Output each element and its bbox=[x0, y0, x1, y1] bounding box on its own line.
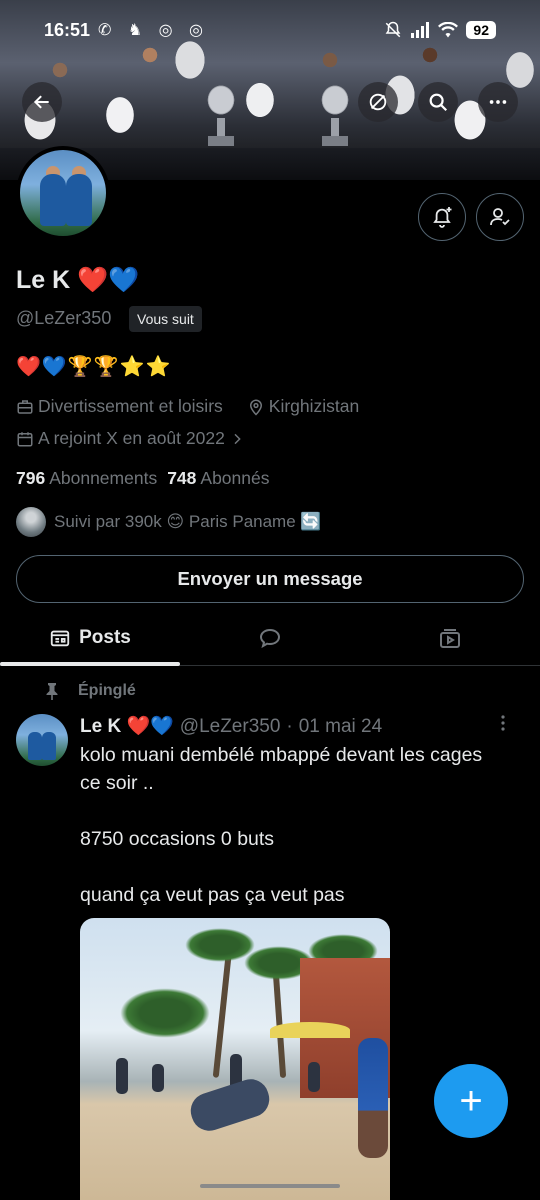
joined-item[interactable]: A rejoint X en août 2022 bbox=[16, 428, 245, 449]
pinned-indicator: Épinglé bbox=[44, 682, 136, 700]
briefcase-icon bbox=[17, 399, 33, 414]
trophy-image bbox=[198, 78, 244, 148]
notification-icons: ✆ ♞ ◎ ◎ bbox=[98, 22, 210, 39]
profile-bio: ❤️💙🏆🏆⭐⭐ bbox=[16, 356, 172, 378]
media-icon bbox=[440, 628, 460, 648]
wifi-icon bbox=[438, 22, 459, 38]
location-text: Kirghizistan bbox=[268, 396, 360, 416]
tab-media[interactable] bbox=[360, 610, 540, 665]
profile-handle: @LeZer350 bbox=[16, 308, 112, 328]
followers-link[interactable]: 748 Abonnés bbox=[167, 468, 269, 489]
profile-avatar[interactable] bbox=[16, 146, 110, 240]
tweet-author-name[interactable]: Le K ❤️💙 bbox=[80, 714, 174, 738]
home-indicator bbox=[200, 1184, 340, 1188]
profile-tabs: Posts bbox=[0, 610, 540, 666]
tweet-text: kolo muani dembélé mbappé devant les cag… bbox=[80, 744, 483, 906]
calendar-icon bbox=[17, 431, 33, 446]
profile-meta: Divertissement et loisirs Kirghizistan bbox=[16, 396, 359, 417]
tweet-media[interactable] bbox=[80, 918, 390, 1200]
battery-indicator: 92 bbox=[466, 21, 496, 39]
search-button[interactable] bbox=[418, 82, 458, 122]
status-right: 92 bbox=[384, 21, 496, 39]
followed-by-row[interactable]: Suivi par 390k 😊 Paris Paname 🔄 bbox=[16, 507, 322, 537]
tweet-author-handle[interactable]: @LeZer350 bbox=[180, 716, 281, 738]
location-pin-icon bbox=[249, 399, 262, 416]
following-link[interactable]: 796 Abonnements bbox=[16, 468, 157, 489]
pinned-label: Épinglé bbox=[78, 682, 136, 699]
bell-plus-icon bbox=[433, 207, 452, 228]
more-vertical-icon bbox=[501, 715, 505, 731]
search-icon bbox=[429, 93, 448, 112]
grok-icon bbox=[369, 93, 387, 111]
joined-text: A rejoint X en août 2022 bbox=[38, 428, 225, 448]
category-item: Divertissement et loisirs bbox=[16, 396, 223, 417]
pin-icon bbox=[46, 683, 58, 700]
following-button[interactable] bbox=[476, 193, 524, 241]
tab-posts[interactable]: Posts bbox=[0, 610, 180, 666]
follows-you-badge: Vous suit bbox=[129, 306, 202, 332]
followers-label: Abonnés bbox=[200, 468, 270, 488]
location-item: Kirghizistan bbox=[247, 396, 359, 417]
trophy-image bbox=[312, 78, 358, 148]
back-button[interactable] bbox=[22, 82, 62, 122]
user-check-icon bbox=[490, 208, 510, 226]
followed-by-text: Suivi par 390k 😊 Paris Paname 🔄 bbox=[54, 512, 322, 531]
tab-replies[interactable] bbox=[180, 610, 360, 665]
notifications-button[interactable] bbox=[418, 193, 466, 241]
send-message-button[interactable]: Envoyer un message bbox=[16, 555, 524, 603]
tweet-separator: · bbox=[286, 716, 293, 737]
more-dots-icon bbox=[489, 100, 507, 104]
compose-button[interactable]: + bbox=[434, 1064, 508, 1138]
tweet-more-button[interactable] bbox=[500, 714, 506, 732]
more-button[interactable] bbox=[478, 82, 518, 122]
replies-icon bbox=[259, 628, 281, 648]
status-bar: 16:51 ✆ ♞ ◎ ◎ 92 bbox=[0, 0, 540, 62]
follower-avatar bbox=[16, 507, 46, 537]
tweet-author-avatar[interactable] bbox=[16, 714, 68, 766]
follow-counts: 796 Abonnements 748 Abonnés bbox=[16, 468, 270, 489]
tweet-header: Le K ❤️💙 @LeZer350 · 01 mai 24 bbox=[80, 714, 382, 738]
following-count: 796 bbox=[16, 468, 46, 488]
followers-count: 748 bbox=[167, 468, 197, 488]
grok-button[interactable] bbox=[358, 82, 398, 122]
profile-name: Le K ❤️💙 bbox=[16, 266, 140, 294]
chevron-right-icon bbox=[234, 433, 241, 444]
status-time: 16:51 bbox=[44, 20, 91, 40]
arrow-left-icon bbox=[33, 95, 49, 109]
category-text: Divertissement et loisirs bbox=[38, 396, 223, 416]
mute-icon bbox=[384, 21, 402, 39]
following-label: Abonnements bbox=[49, 468, 158, 488]
tab-posts-label: Posts bbox=[79, 626, 131, 648]
tweet-date[interactable]: 01 mai 24 bbox=[299, 716, 382, 738]
signal-icon bbox=[410, 22, 430, 38]
posts-icon bbox=[50, 630, 70, 646]
